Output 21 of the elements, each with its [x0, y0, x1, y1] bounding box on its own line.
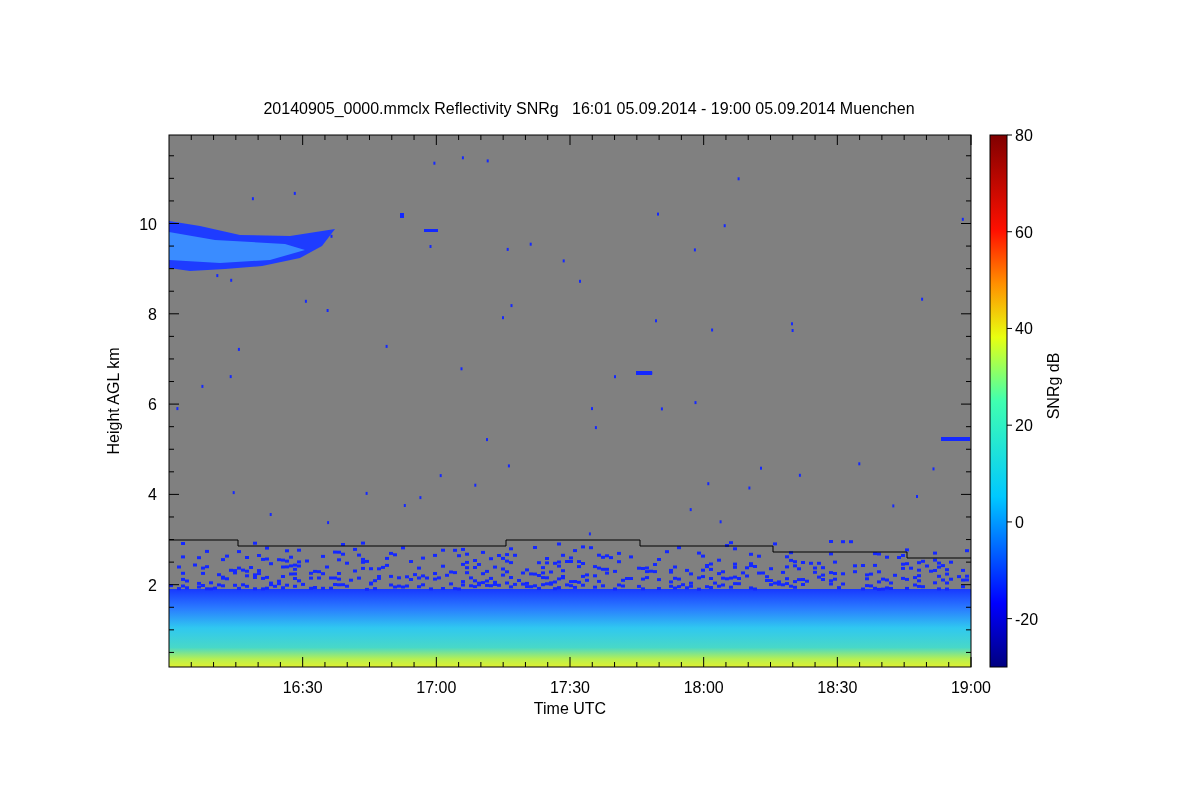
- chart-title: 20140905_0000.mmclx Reflectivity SNRg 16:01 05.09.2014 - 19:00 05.09.2014 Muenchen: [263, 100, 915, 117]
- tick-label: 18:30: [817, 679, 858, 696]
- tick-label: 16:30: [282, 679, 323, 696]
- y-axis-label: Height AGL km: [105, 347, 122, 455]
- tick-label: 10: [139, 215, 157, 233]
- tick-label: 40: [1015, 320, 1033, 338]
- tick-label: 17:00: [416, 679, 457, 696]
- tick-label: 20: [1015, 417, 1033, 435]
- tick-label: 17:30: [550, 679, 590, 696]
- tick-label: 4: [148, 486, 157, 504]
- tick-label: 60: [1015, 223, 1033, 241]
- tick-label: 19:00: [951, 679, 991, 696]
- x-axis-label: Time UTC: [533, 700, 607, 717]
- tick-label: 0: [1015, 513, 1024, 531]
- tick-label: 8: [148, 305, 157, 323]
- tick-label: 18:00: [683, 679, 724, 696]
- tick-label: 80: [1015, 127, 1033, 144]
- tick-label: 2: [148, 576, 157, 594]
- tick-label: -20: [1015, 610, 1039, 628]
- tick-label: 6: [148, 396, 157, 414]
- colorbar-label: SNRg dB: [1045, 352, 1062, 420]
